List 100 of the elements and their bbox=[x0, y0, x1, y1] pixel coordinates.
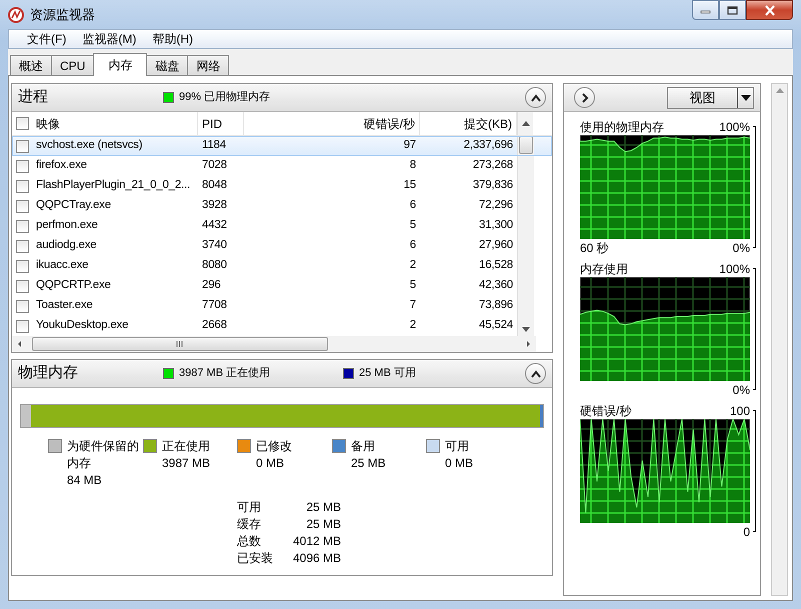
table-cell-text: 296 bbox=[201, 278, 222, 294]
axis-label: 0% bbox=[732, 382, 750, 398]
axis-label: 100 bbox=[730, 402, 750, 420]
table-row[interactable]: ikuacc.exe 8080 2 16,528 bbox=[12, 256, 552, 276]
row-checkbox[interactable] bbox=[16, 220, 29, 232]
column-header[interactable]: PID bbox=[198, 112, 244, 135]
menu-item[interactable]: 监视器(M) bbox=[74, 30, 144, 48]
chevron-right-icon bbox=[580, 92, 590, 102]
stat-label: 缓存 bbox=[237, 516, 262, 533]
horizontal-scrollbar[interactable] bbox=[12, 336, 536, 352]
stat-label: 可用 bbox=[237, 499, 262, 516]
table-cell-text: 31,300 bbox=[478, 218, 514, 234]
row-checkbox[interactable] bbox=[16, 260, 29, 272]
table-row[interactable]: Toaster.exe 7708 7 73,896 bbox=[12, 296, 552, 316]
close-button[interactable] bbox=[746, 0, 793, 20]
collapse-button[interactable] bbox=[525, 363, 546, 384]
table-cell-text: 8048 bbox=[201, 178, 228, 194]
column-header[interactable]: 硬错误/秒 bbox=[244, 112, 420, 135]
stat-value: 25 MB bbox=[305, 516, 341, 533]
tab[interactable]: 网络 bbox=[187, 55, 230, 75]
legend-value: 0 MB bbox=[445, 455, 474, 472]
select-all-checkbox[interactable] bbox=[16, 117, 29, 130]
scroll-thumb[interactable] bbox=[32, 337, 328, 351]
axis-label: 0 bbox=[743, 524, 750, 540]
menu-item[interactable]: 帮助(H) bbox=[144, 30, 201, 48]
table-cell-text: 273,268 bbox=[472, 158, 514, 174]
table-cell-text: 5 bbox=[408, 278, 417, 294]
tab[interactable]: 内存 bbox=[93, 53, 148, 76]
expand-button[interactable] bbox=[574, 87, 595, 108]
panel-title: 进程 bbox=[18, 87, 49, 108]
row-checkbox[interactable] bbox=[16, 140, 29, 152]
scroll-thumb[interactable] bbox=[519, 136, 533, 154]
tab[interactable]: 概述 bbox=[10, 55, 52, 75]
table-cell-text: 15 bbox=[402, 178, 417, 194]
table-cell-text: 2 bbox=[408, 258, 417, 274]
table-row[interactable]: audiodg.exe 3740 6 27,960 bbox=[12, 236, 552, 256]
table-cell-text: perfmon.exe bbox=[36, 218, 98, 234]
scroll-down-icon[interactable] bbox=[522, 327, 530, 332]
table-row[interactable]: YoukuDesktop.exe 2668 2 45,524 bbox=[12, 316, 552, 336]
table-cell-text: audiodg.exe bbox=[36, 238, 96, 254]
menu-item[interactable]: 文件(F) bbox=[19, 30, 74, 48]
table-cell-text: 73,896 bbox=[478, 298, 514, 314]
graph-title: 使用的物理内存 bbox=[580, 118, 664, 136]
row-checkbox[interactable] bbox=[16, 160, 29, 172]
table-cell-text: QQPCTray.exe bbox=[36, 198, 111, 214]
table-row[interactable]: QQPCRTP.exe 296 5 42,360 bbox=[12, 276, 552, 296]
scroll-up-icon[interactable] bbox=[522, 121, 530, 126]
summary-text: 3987 MB 正在使用 bbox=[179, 366, 270, 382]
table-cell-text: 379,836 bbox=[472, 178, 514, 194]
legend-value: 0 MB bbox=[256, 455, 286, 472]
stat-value: 4096 MB bbox=[292, 550, 341, 567]
column-header[interactable]: 映像 bbox=[36, 114, 60, 132]
table-cell-text: 8 bbox=[408, 158, 417, 174]
stat-value: 25 MB bbox=[305, 499, 341, 516]
table-row[interactable]: FlashPlayerPlugin_21_0_0_2... 8048 15 379,836 bbox=[12, 176, 552, 196]
view-button[interactable]: 视图 bbox=[667, 86, 754, 108]
legend-value: 25 MB bbox=[351, 455, 387, 472]
window-title: 资源监视器 bbox=[30, 6, 95, 24]
table-cell-text: QQPCRTP.exe bbox=[36, 278, 111, 294]
collapse-button[interactable] bbox=[525, 87, 546, 108]
legend-value: 3987 MB bbox=[162, 455, 212, 472]
table-cell-text: YoukuDesktop.exe bbox=[36, 318, 128, 334]
maximize-icon bbox=[727, 6, 738, 14]
table-cell-text: FlashPlayerPlugin_21_0_0_2... bbox=[36, 178, 190, 194]
table-cell-text: 27,960 bbox=[478, 238, 514, 254]
table-cell-text: svchost.exe (netsvcs) bbox=[36, 138, 142, 154]
table-cell-text: 2 bbox=[408, 318, 417, 334]
axis-label: 60 秒 bbox=[580, 240, 609, 256]
legend-label: 可用 bbox=[445, 438, 470, 455]
minimize-button[interactable] bbox=[692, 0, 719, 20]
row-checkbox[interactable] bbox=[16, 180, 29, 192]
table-cell-text: 3928 bbox=[201, 198, 228, 214]
row-checkbox[interactable] bbox=[16, 300, 29, 312]
graph-title: 硬错误/秒 bbox=[580, 402, 632, 420]
table-cell-text: 6 bbox=[408, 198, 417, 214]
tab[interactable]: CPU bbox=[51, 55, 94, 75]
table-row[interactable]: QQPCTray.exe 3928 6 72,296 bbox=[12, 196, 552, 216]
panel-title: 物理内存 bbox=[18, 363, 79, 384]
row-checkbox[interactable] bbox=[16, 240, 29, 252]
table-cell-text: 72,296 bbox=[478, 198, 514, 214]
row-checkbox[interactable] bbox=[16, 200, 29, 212]
tab[interactable]: 磁盘 bbox=[146, 55, 188, 75]
table-row[interactable]: perfmon.exe 4432 5 31,300 bbox=[12, 216, 552, 236]
legend-label: 为硬件保留的内存 bbox=[67, 438, 139, 472]
table-row[interactable]: firefox.exe 7028 8 273,268 bbox=[12, 156, 552, 176]
legend-label: 备用 bbox=[351, 438, 376, 455]
maximize-button[interactable] bbox=[719, 0, 746, 20]
table-cell-text: 7708 bbox=[201, 298, 228, 314]
table-cell-text: 2,337,696 bbox=[462, 138, 514, 154]
chevron-up-icon bbox=[530, 94, 540, 102]
table-cell-text: 2668 bbox=[201, 318, 228, 334]
table-cell-text: firefox.exe bbox=[36, 158, 87, 174]
row-checkbox[interactable] bbox=[16, 320, 29, 332]
table-cell-text: Toaster.exe bbox=[36, 298, 93, 314]
table-row[interactable]: svchost.exe (netsvcs) 1184 97 2,337,696 bbox=[12, 136, 552, 156]
close-icon bbox=[764, 4, 776, 16]
caret-icon bbox=[740, 94, 750, 100]
chevron-up-icon bbox=[530, 370, 540, 378]
table-cell-text: ikuacc.exe bbox=[36, 258, 88, 274]
row-checkbox[interactable] bbox=[16, 280, 29, 292]
